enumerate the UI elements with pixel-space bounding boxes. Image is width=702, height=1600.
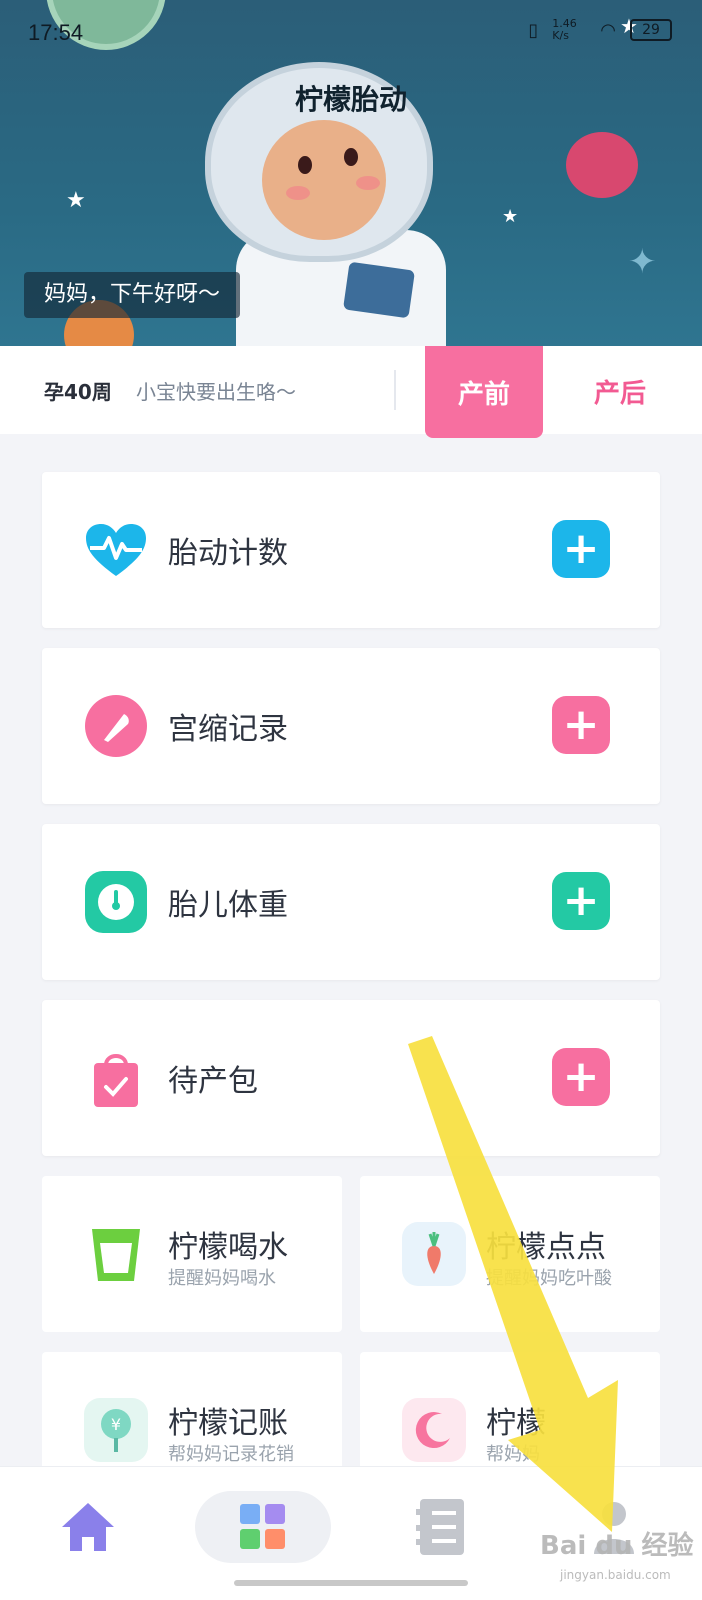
card-hospital-bag[interactable]: 待产包 + bbox=[42, 1000, 660, 1156]
app-title: 柠檬胎动 bbox=[294, 83, 407, 116]
tile-title: 柠檬 bbox=[486, 1406, 546, 1441]
astronaut-eye bbox=[344, 148, 358, 166]
astronaut-eye bbox=[298, 156, 312, 174]
add-button[interactable]: + bbox=[552, 696, 610, 754]
card-fetal-weight[interactable]: 胎儿体重 + bbox=[42, 824, 660, 980]
nav-home[interactable] bbox=[28, 1491, 148, 1563]
nav-records[interactable] bbox=[380, 1491, 500, 1563]
heartbeat-icon bbox=[84, 518, 148, 582]
carrot-icon bbox=[402, 1222, 466, 1286]
status-icons: ▯ 1.46 K/s ◠ 29 bbox=[528, 18, 672, 42]
astronaut-cheek bbox=[286, 186, 310, 200]
timer-icon bbox=[84, 694, 148, 758]
wifi-icon: ◠ bbox=[600, 19, 616, 41]
money-tree-icon: ¥ bbox=[84, 1398, 148, 1462]
greeting-banner: 妈妈，下午好呀～ bbox=[24, 272, 241, 318]
pregnancy-week: 孕40周 bbox=[44, 380, 112, 404]
home-indicator bbox=[234, 1580, 468, 1586]
add-button[interactable]: + bbox=[552, 872, 610, 930]
home-icon bbox=[62, 1503, 114, 1551]
tile-subtitle: 提醒妈妈吃叶酸 bbox=[486, 1268, 612, 1289]
hero-banner: ★ ★ ★ ✦ 17:54 ▯ 1.46 K/s ◠ 29 柠檬胎动 妈妈，下午… bbox=[0, 0, 702, 346]
card-fetal-movement[interactable]: 胎动计数 + bbox=[42, 472, 660, 628]
watermark-url: jingyan.baidu.com bbox=[560, 1568, 671, 1582]
add-button[interactable]: + bbox=[552, 520, 610, 578]
moon-icon bbox=[402, 1398, 466, 1462]
watermark-logo: Bai du 经验 bbox=[540, 1531, 694, 1561]
list-icon bbox=[416, 1499, 464, 1555]
divider bbox=[394, 370, 396, 410]
card-label: 待产包 bbox=[168, 1064, 258, 1099]
tile-subtitle: 提醒妈妈喝水 bbox=[168, 1268, 276, 1289]
tile-subtitle: 帮妈妈 bbox=[486, 1444, 540, 1465]
vibrate-icon: ▯ bbox=[528, 19, 539, 41]
bag-icon bbox=[84, 1046, 148, 1110]
astronaut-cheek bbox=[356, 176, 380, 190]
tile-subtitle: 帮妈妈记录花销 bbox=[168, 1444, 294, 1465]
cup-icon bbox=[84, 1222, 148, 1286]
tile-folic-acid[interactable]: 柠檬点点 提醒妈妈吃叶酸 bbox=[360, 1176, 660, 1332]
card-label: 宫缩记录 bbox=[168, 712, 288, 747]
planet-pink bbox=[566, 132, 638, 198]
card-label: 胎儿体重 bbox=[168, 888, 288, 923]
card-contraction[interactable]: 宫缩记录 + bbox=[42, 648, 660, 804]
add-button[interactable]: + bbox=[552, 1048, 610, 1106]
status-bar: 17:54 ▯ 1.46 K/s ◠ 29 bbox=[0, 14, 702, 54]
net-speed: 1.46 K/s bbox=[552, 17, 577, 42]
status-time: 17:54 bbox=[28, 20, 84, 45]
star-icon: ★ bbox=[66, 188, 86, 213]
star-icon: ★ bbox=[502, 206, 519, 227]
scale-icon bbox=[84, 870, 148, 934]
astronaut-badge bbox=[342, 261, 416, 319]
card-label: 胎动计数 bbox=[168, 536, 288, 571]
star-icon: ✦ bbox=[628, 242, 657, 282]
svg-text:¥: ¥ bbox=[111, 1415, 121, 1434]
tile-water[interactable]: 柠檬喝水 提醒妈妈喝水 bbox=[42, 1176, 342, 1332]
tile-title: 柠檬记账 bbox=[168, 1406, 288, 1441]
nav-tools[interactable] bbox=[195, 1491, 331, 1563]
stage-hint: 小宝快要出生咯～ bbox=[136, 380, 296, 404]
grid-icon bbox=[240, 1504, 285, 1549]
battery-icon: 29 bbox=[630, 19, 672, 41]
tab-prenatal[interactable]: 产前 bbox=[425, 346, 543, 438]
app-screen: ★ ★ ★ ✦ 17:54 ▯ 1.46 K/s ◠ 29 柠檬胎动 妈妈，下午… bbox=[0, 0, 702, 1600]
tile-title: 柠檬喝水 bbox=[168, 1230, 288, 1265]
tab-postnatal[interactable]: 产后 bbox=[560, 370, 680, 412]
tile-title: 柠檬点点 bbox=[486, 1230, 606, 1265]
